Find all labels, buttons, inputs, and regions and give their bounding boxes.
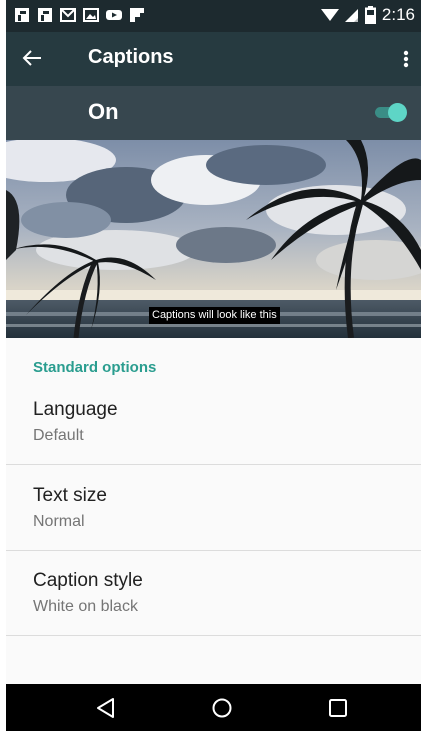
pref-text-size[interactable]: Text size Normal <box>6 485 421 569</box>
gmail-icon <box>60 8 76 22</box>
caption-preview: Captions will look like this <box>6 140 421 338</box>
pref-summary: Default <box>33 427 84 444</box>
battery-icon <box>364 6 376 24</box>
recents-square-icon[interactable] <box>326 696 350 720</box>
pref-summary: Normal <box>33 513 85 530</box>
pref-language[interactable]: Language Default <box>6 399 421 483</box>
system-icons: 2:16 <box>320 5 415 25</box>
notification-icons <box>14 7 145 23</box>
switch-label: On <box>88 99 119 124</box>
signal-icon <box>344 9 358 22</box>
status-time: 2:16 <box>381 5 415 24</box>
pref-title: Language <box>33 399 118 420</box>
divider <box>6 635 421 636</box>
youtube-icon <box>106 10 122 20</box>
app-toolbar: Captions <box>6 32 421 86</box>
back-triangle-icon[interactable] <box>94 696 118 720</box>
flipboard-icon <box>130 8 144 22</box>
arrow-back-icon[interactable] <box>20 46 44 70</box>
wifi-icon <box>320 9 339 21</box>
more-vert-icon[interactable] <box>397 44 415 74</box>
page-title: Captions <box>88 46 174 68</box>
image-icon <box>83 8 99 22</box>
flipboard-icon <box>15 8 29 22</box>
toggle-thumb <box>388 103 407 122</box>
status-bar: 2:16 <box>6 0 421 32</box>
pref-caption-style[interactable]: Caption style White on black <box>6 570 421 654</box>
pref-title: Caption style <box>33 570 143 591</box>
pref-summary: White on black <box>33 598 138 615</box>
divider <box>6 464 421 465</box>
caption-sample-text: Captions will look like this <box>149 307 280 324</box>
system-nav-bar <box>6 684 421 731</box>
pref-title: Text size <box>33 485 107 506</box>
home-circle-icon[interactable] <box>210 696 234 720</box>
settings-screen: 2:16 Captions On Captions will look like… <box>6 0 421 731</box>
divider <box>6 550 421 551</box>
captions-toggle[interactable] <box>373 101 409 123</box>
captions-switch-bar[interactable]: On <box>6 86 421 140</box>
section-header: Standard options <box>33 359 157 376</box>
flipboard-icon <box>38 8 52 22</box>
